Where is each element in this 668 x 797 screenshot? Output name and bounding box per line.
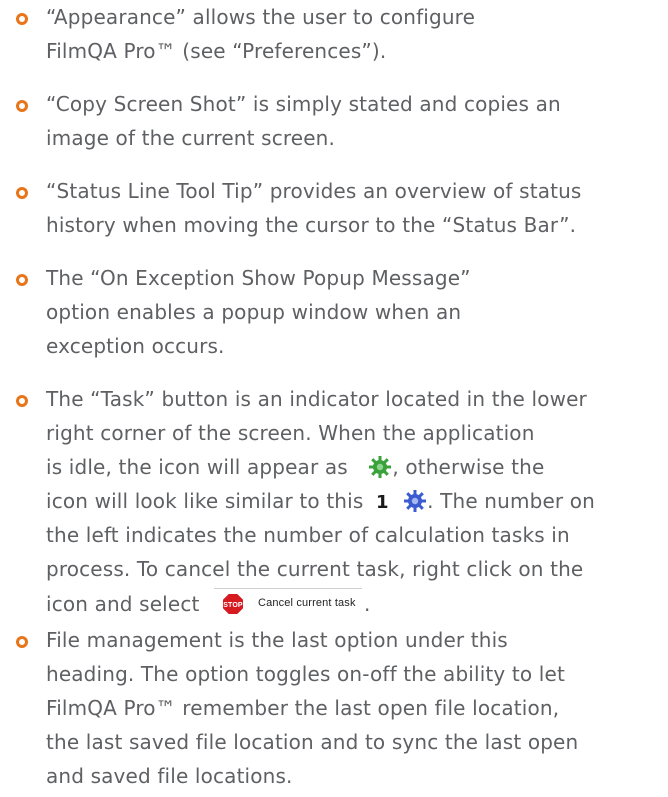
text-line: option enables a popup window when an	[46, 300, 462, 324]
document-page: “Appearance” allows the user to configur…	[0, 0, 668, 788]
idle-gear-icon	[368, 455, 392, 479]
bullet-icon	[16, 395, 28, 407]
bullet-icon	[16, 100, 28, 112]
text-line: heading. The option toggles on-off the a…	[46, 662, 565, 686]
text-line: is idle, the icon will appear as , other…	[46, 454, 544, 488]
text-line: icon will look like similar to this 1 . …	[46, 488, 595, 522]
text-segment: is idle, the icon will appear as	[46, 455, 348, 479]
text-line: FilmQA Pro™ (see “Preferences”).	[46, 39, 387, 63]
text-line: “Copy Screen Shot” is simply stated and …	[46, 92, 561, 116]
text-line: history when moving the cursor to the “S…	[46, 213, 577, 237]
text-line: and saved file locations.	[46, 764, 293, 788]
stop-sign-icon: STOP	[222, 593, 244, 615]
text-line: File management is the last option under…	[46, 628, 508, 652]
text-line: “Appearance” allows the user to configur…	[46, 5, 476, 29]
text-segment: .	[364, 592, 371, 616]
text-line: process. To cancel the current task, rig…	[46, 557, 584, 581]
text-line: right corner of the screen. When the app…	[46, 421, 535, 445]
bullet-icon	[16, 13, 28, 25]
task-count: 1	[375, 492, 389, 513]
text-line: image of the current screen.	[46, 126, 336, 150]
text-line: icon and select STOP Cancel current task…	[46, 588, 371, 624]
text-segment: , otherwise the	[392, 455, 545, 479]
text-line: FilmQA Pro™ remember the last open file …	[46, 696, 560, 720]
bullet-icon	[16, 187, 28, 199]
text-line: the last saved file location and to sync…	[46, 730, 579, 754]
bullet-icon	[16, 274, 28, 286]
text-segment: icon will look like similar to this	[46, 489, 364, 513]
text-segment: icon and select	[46, 592, 200, 616]
cancel-task-menu-item: STOP Cancel current task	[214, 588, 362, 619]
text-line: The “Task” button is an indicator locate…	[46, 387, 587, 411]
stop-sign-text: STOP	[223, 602, 243, 609]
text-segment: . The number on	[427, 489, 595, 513]
text-line: the left indicates the number of calcula…	[46, 523, 570, 547]
text-line: exception occurs.	[46, 334, 225, 358]
busy-gear-icon	[403, 489, 427, 513]
cancel-task-label: Cancel current task	[258, 597, 356, 609]
text-line: The “On Exception Show Popup Message”	[46, 266, 471, 290]
text-line: “Status Line Tool Tip” provides an overv…	[46, 179, 582, 203]
bullet-icon	[16, 636, 28, 648]
